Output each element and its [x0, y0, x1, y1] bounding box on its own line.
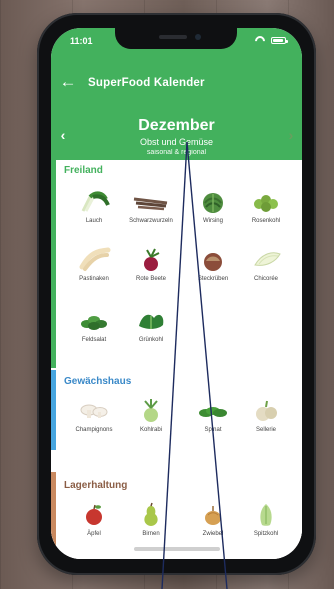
item-chicoree[interactable]: Chicorée	[236, 247, 296, 297]
month-subtitle: Obst und Gemüse	[139, 137, 214, 147]
item-label: Spitzkohl	[253, 531, 279, 537]
section-title-gewachshaus: Gewächshaus	[64, 376, 132, 387]
section-title-lagerhaltung: Lagerhaltung	[64, 480, 128, 491]
item-label: Birnen	[142, 531, 160, 537]
phone-frame: 11:01 ← SuperFood Kalender ‹ Dezember Ob…	[37, 13, 316, 575]
item-kohlrabi[interactable]: Kohlrabi	[121, 398, 181, 448]
lambs-lettuce-icon	[81, 316, 107, 330]
item-label: Rosenkohl	[251, 218, 281, 224]
item-sellerie[interactable]: Sellerie	[236, 398, 296, 448]
item-champignons[interactable]: Champignons	[64, 398, 124, 448]
month-note: saisonal & regional	[146, 149, 207, 156]
savoy-cabbage-icon	[203, 193, 223, 213]
celeriac-icon	[256, 400, 277, 421]
item-label: Chicorée	[253, 276, 278, 282]
item-label: Schwarzwurzeln	[129, 218, 173, 224]
app-title: SuperFood Kalender	[88, 77, 205, 89]
item-spinat[interactable]: Spinat	[183, 398, 243, 448]
item-pastinaken[interactable]: Pastinaken	[64, 247, 124, 297]
item-label: Äpfel	[87, 531, 101, 537]
item-label: Kohlrabi	[139, 427, 162, 433]
home-indicator	[133, 547, 220, 551]
status-icons	[255, 36, 288, 44]
item-label: Feldsalat	[81, 337, 107, 343]
battery-icon	[271, 36, 288, 44]
item-feldsalat[interactable]: Feldsalat	[64, 308, 124, 358]
onion-icon	[205, 506, 221, 525]
item-lauch[interactable]: Lauch	[64, 189, 124, 239]
item-label: Spinat	[204, 427, 222, 433]
pear-icon	[144, 502, 158, 526]
item-schwarzwurzeln[interactable]: Schwarzwurzeln	[121, 189, 181, 239]
item-label: Steckrüben	[197, 276, 229, 282]
leek-icon	[81, 191, 110, 212]
section-title-freiland: Freiland	[64, 165, 103, 176]
kohlrabi-icon	[144, 399, 158, 422]
month-title: Dezember	[138, 117, 215, 134]
item-birnen[interactable]: Birnen	[121, 502, 181, 552]
month-navigation: ‹ Dezember Obst und Gemüse saisonal & re…	[51, 114, 302, 160]
item-label: Champignons	[75, 427, 113, 433]
item-gruenkohl[interactable]: Grünkohl	[121, 308, 181, 358]
back-arrow-icon[interactable]: ←	[59, 72, 77, 91]
item-label: Rote Beete	[135, 276, 167, 282]
spinach-icon	[199, 407, 227, 417]
section-gewachshaus: Gewächshaus Champignons Kohlrabi Spinat …	[51, 370, 302, 450]
item-label: Zwiebel	[202, 531, 224, 537]
section-freiland: Freiland Lauch Schwarzwurzeln Wirsing Ro…	[51, 160, 302, 368]
beetroot-icon	[144, 248, 160, 271]
item-spitzkohl[interactable]: Spitzkohl	[236, 502, 296, 552]
item-label: Wirsing	[202, 218, 223, 224]
item-label: Lauch	[85, 218, 103, 224]
item-zwiebel[interactable]: Zwiebel	[183, 502, 243, 552]
item-wirsing[interactable]: Wirsing	[183, 189, 243, 239]
item-aepfel[interactable]: Äpfel	[64, 502, 124, 552]
pointed-cabbage-icon	[260, 504, 272, 526]
salsify-icon	[133, 197, 168, 211]
kale-icon	[139, 314, 164, 329]
parsnip-icon	[79, 247, 111, 271]
section-lagerhaltung: Lagerhaltung Äpfel Birnen Zwiebel Spitzk…	[51, 472, 302, 559]
item-rosenkohl[interactable]: Rosenkohl	[236, 189, 296, 239]
apple-icon	[86, 504, 102, 525]
wifi-icon	[255, 36, 266, 44]
next-month-button[interactable]: ›	[283, 125, 299, 145]
status-time: 11:01	[70, 36, 93, 46]
item-label: Pastinaken	[79, 276, 109, 282]
swede-icon	[204, 253, 222, 271]
item-label: Sellerie	[255, 427, 276, 433]
item-label: Grünkohl	[138, 337, 164, 343]
brussels-sprouts-icon	[254, 195, 278, 212]
chicory-icon	[254, 252, 281, 266]
phone-screen: 11:01 ← SuperFood Kalender ‹ Dezember Ob…	[51, 28, 302, 559]
item-rote-beete[interactable]: Rote Beete	[121, 247, 181, 297]
calendar-content[interactable]: Freiland Lauch Schwarzwurzeln Wirsing Ro…	[51, 160, 302, 559]
item-steckrueben[interactable]: Steckrüben	[183, 247, 243, 297]
mushroom-icon	[80, 404, 108, 418]
phone-notch	[115, 28, 237, 49]
